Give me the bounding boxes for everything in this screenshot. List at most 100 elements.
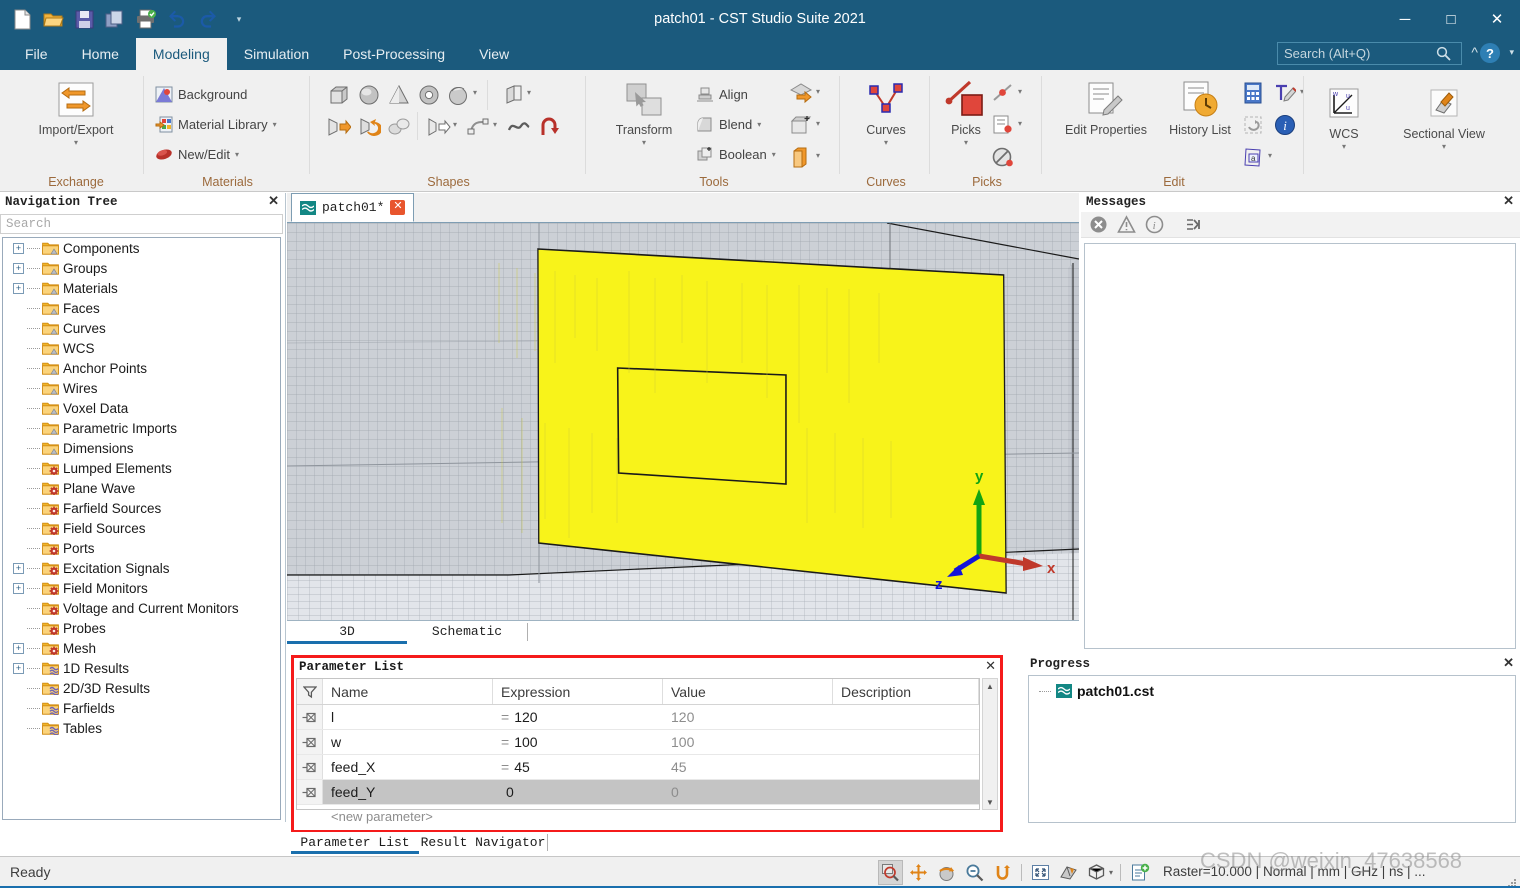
expand-icon[interactable]: + (13, 262, 24, 274)
material-shape-icon[interactable] (788, 144, 814, 170)
nav-item-lumped-elements[interactable]: Lumped Elements (3, 458, 280, 478)
rotate-tool-icon[interactable] (934, 860, 959, 885)
collapse-ribbon-icon[interactable]: ^ (1471, 44, 1478, 60)
nav-item-voltage-and-current-monitors[interactable]: Voltage and Current Monitors (3, 598, 280, 618)
expand-icon[interactable]: + (13, 582, 24, 594)
pick-list-icon[interactable] (990, 112, 1016, 138)
navigation-search-box[interactable] (0, 214, 283, 234)
parameter-description-cell[interactable] (833, 780, 979, 804)
add-snap-icon[interactable] (1128, 860, 1153, 885)
tab-parameter-list[interactable]: Parameter List (291, 832, 419, 854)
filter-icon[interactable] (297, 679, 323, 704)
column-header-name[interactable]: Name (323, 679, 493, 704)
expand-icon[interactable]: + (13, 642, 24, 654)
extrude-shape-icon[interactable] (501, 82, 527, 108)
extrude-curve-caret-icon[interactable]: ▾ (453, 120, 457, 129)
nav-item-1d-results[interactable]: +1D Results (3, 658, 280, 678)
messages-content[interactable] (1084, 243, 1516, 649)
tab-result-navigator[interactable]: Result Navigator (419, 832, 547, 854)
view-cube-icon[interactable] (1084, 860, 1109, 885)
minimize-button[interactable]: ─ (1382, 0, 1428, 38)
column-header-description[interactable]: Description (833, 679, 979, 704)
wire-curve-icon[interactable] (506, 114, 532, 140)
wcs-caret-icon[interactable]: ▾ (1342, 142, 1346, 151)
new-edit-material-caret-icon[interactable]: ▾ (235, 150, 239, 159)
sectional-view-caret-icon[interactable]: ▾ (1442, 142, 1446, 151)
expand-icon[interactable]: + (13, 282, 24, 294)
info-button-icon[interactable]: i (1272, 112, 1298, 138)
print-icon[interactable] (132, 4, 160, 34)
parameter-anchor-icon[interactable] (297, 755, 323, 779)
parameter-description-cell[interactable] (833, 705, 979, 729)
nav-item-voxel-data[interactable]: Voxel Data (3, 398, 280, 418)
nav-item-faces[interactable]: Faces (3, 298, 280, 318)
brick-shape-icon[interactable] (326, 82, 352, 108)
open-folder-icon[interactable] (39, 4, 67, 34)
progress-item-patch01[interactable]: patch01.cst (1029, 680, 1515, 702)
expand-icon[interactable]: + (13, 562, 24, 574)
progress-close-icon[interactable]: ✕ (1503, 657, 1514, 671)
save-icon[interactable] (70, 4, 98, 34)
clear-picks-icon[interactable] (990, 144, 1016, 170)
background-button[interactable]: Background (155, 82, 247, 106)
view-tab-3d[interactable]: 3D (287, 621, 407, 644)
local-modify-icon[interactable]: a (1240, 144, 1266, 170)
shape-tools-icon[interactable] (788, 80, 814, 106)
perspective-view-icon[interactable] (1056, 860, 1081, 885)
nav-item-probes[interactable]: Probes (3, 618, 280, 638)
rotate-face-icon[interactable] (356, 114, 382, 140)
edit-properties-button[interactable]: Edit Properties (1058, 78, 1154, 137)
nav-item-field-monitors[interactable]: + Field Monitors (3, 578, 280, 598)
parameter-anchor-icon[interactable] (297, 705, 323, 729)
3d-viewport[interactable]: y x z (287, 223, 1079, 620)
parameter-expression-cell[interactable]: 0 (493, 780, 663, 804)
undo-icon[interactable] (163, 4, 191, 34)
tab-simulation[interactable]: Simulation (227, 38, 326, 70)
view-cube-caret-icon[interactable]: ▾ (1109, 868, 1113, 877)
parameter-description-cell[interactable] (833, 730, 979, 754)
blend-caret-icon[interactable]: ▾ (757, 120, 761, 129)
maximize-button[interactable]: □ (1428, 0, 1474, 38)
column-header-expression[interactable]: Expression (493, 679, 663, 704)
table-row[interactable]: feed_X = 45 45 (297, 755, 979, 780)
nav-item-farfield-sources[interactable]: Farfield Sources (3, 498, 280, 518)
parameter-expression-cell[interactable]: = 120 (493, 705, 663, 729)
rename-icon[interactable] (1272, 80, 1298, 106)
add-shape-icon[interactable] (788, 112, 814, 138)
shapes-more-caret-icon[interactable]: ▾ (473, 88, 477, 97)
bend-sheet-icon[interactable] (536, 114, 562, 140)
extrude-curve-icon[interactable] (426, 114, 452, 140)
view-tab-schematic[interactable]: Schematic (407, 621, 527, 644)
nav-item-anchor-points[interactable]: Anchor Points (3, 358, 280, 378)
parameter-name-cell[interactable]: feed_Y (323, 780, 493, 804)
close-button[interactable]: ✕ (1474, 0, 1520, 38)
scroll-down-icon[interactable]: ▼ (983, 795, 997, 809)
zoom-tool-icon[interactable] (878, 860, 903, 885)
material-shape-caret-icon[interactable]: ▾ (816, 151, 820, 160)
expand-icon[interactable]: + (13, 662, 24, 674)
nav-item-components[interactable]: + Components (3, 238, 280, 258)
tab-modeling[interactable]: Modeling (135, 38, 227, 70)
pan-tool-icon[interactable] (906, 860, 931, 885)
transform-button[interactable]: Transform ▾ (596, 78, 692, 147)
nav-item-tables[interactable]: Tables (3, 718, 280, 738)
new-parameter-row[interactable]: <new parameter> (297, 805, 979, 827)
search-input[interactable] (1278, 43, 1430, 64)
nav-item-parametric-imports[interactable]: Parametric Imports (3, 418, 280, 438)
nav-item-mesh[interactable]: + Mesh (3, 638, 280, 658)
document-tab-close-icon[interactable]: ✕ (390, 200, 406, 215)
boolean-button[interactable]: Boolean ▾ (696, 142, 776, 166)
column-header-value[interactable]: Value (663, 679, 833, 704)
search-box[interactable] (1277, 42, 1462, 65)
scroll-up-icon[interactable]: ▲ (983, 679, 997, 693)
nav-item-ports[interactable]: Ports (3, 538, 280, 558)
nav-item-farfields[interactable]: Farfields (3, 698, 280, 718)
cylinder-shape-icon[interactable] (416, 82, 442, 108)
shape-tools-caret-icon[interactable]: ▾ (816, 87, 820, 96)
redo-icon[interactable] (194, 4, 222, 34)
blend-button[interactable]: Blend ▾ (696, 112, 761, 136)
import-export-button[interactable]: Import/Export ▾ (28, 78, 124, 147)
parameter-anchor-icon[interactable] (297, 730, 323, 754)
nav-item-excitation-signals[interactable]: + Excitation Signals (3, 558, 280, 578)
parameter-list-close-icon[interactable]: ✕ (985, 659, 996, 673)
